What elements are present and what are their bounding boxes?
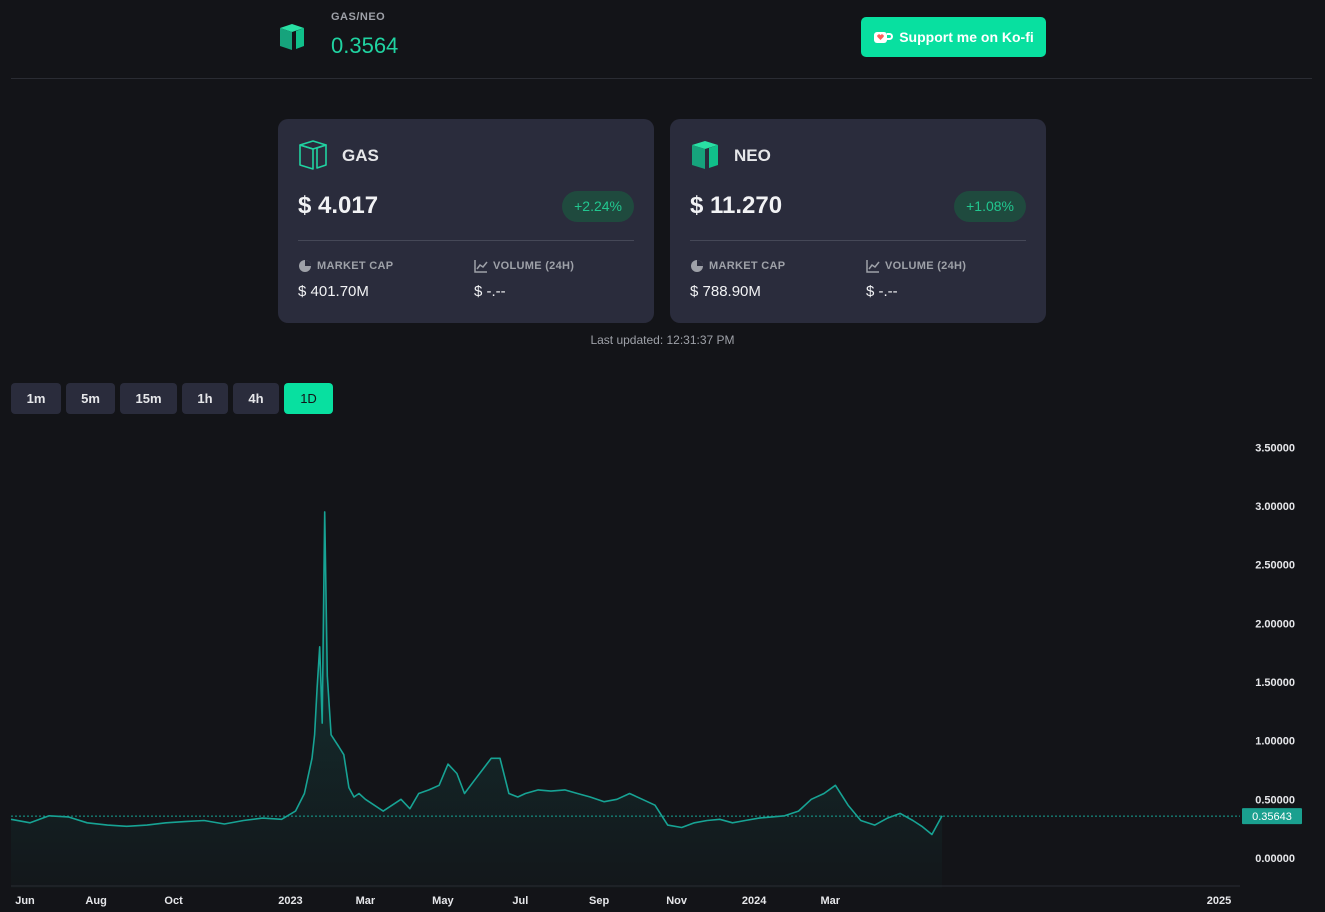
- pie-chart-icon: [691, 260, 703, 272]
- volume-value: $ -.--: [866, 283, 898, 300]
- gas-market-cap: MARKET CAP $ 401.70M: [298, 259, 393, 300]
- gas-volume: VOLUME (24H) $ -.--: [474, 259, 574, 300]
- y-tick-label: 0.00000: [1255, 853, 1295, 865]
- y-tick-label: 1.00000: [1255, 736, 1295, 748]
- current-price-label: 0.35643: [1252, 811, 1292, 823]
- x-tick-label: 2023: [278, 895, 302, 907]
- y-tick-label: 2.00000: [1255, 618, 1295, 630]
- x-tick-label: Nov: [666, 895, 688, 907]
- neo-change-badge: +1.08%: [954, 191, 1026, 222]
- x-tick-label: 2024: [742, 895, 767, 907]
- gas-change-badge: +2.24%: [562, 191, 634, 222]
- gas-logo-icon: [299, 140, 327, 170]
- pair-label: GAS/NEO: [331, 11, 386, 23]
- x-tick-label: May: [432, 895, 454, 907]
- volume-label: VOLUME (24H): [493, 260, 575, 272]
- card-divider: [690, 240, 1026, 241]
- timeframe-5m-button[interactable]: 5m: [66, 383, 115, 414]
- x-tick-label: Mar: [356, 895, 376, 907]
- neo-market-cap: MARKET CAP $ 788.90M: [690, 259, 785, 300]
- line-chart-icon: [474, 260, 488, 273]
- x-tick-label: Oct: [164, 895, 183, 907]
- x-tick-label: Sep: [589, 895, 609, 907]
- neo-price: $ 11.270: [690, 192, 783, 219]
- timeframe-1h-button[interactable]: 1h: [182, 383, 228, 414]
- neo-card: NEO $ 11.270 +1.08% MARKET CAP $ 788.90M…: [670, 119, 1046, 323]
- price-chart[interactable]: 0.35643 3.50000 3.00000 2.50000 2.00000 1.500…: [0, 430, 1325, 912]
- gas-card: GAS $ 4.017 +2.24% MARKET CAP $ 401.70M …: [278, 119, 654, 323]
- timeframe-selector: 1m 5m 15m 1h 4h 1D: [11, 383, 333, 414]
- x-tick-label: Jun: [15, 895, 35, 907]
- gas-symbol: GAS: [342, 146, 379, 165]
- x-tick-label: Aug: [85, 895, 106, 907]
- y-tick-label: 0.50000: [1255, 794, 1295, 806]
- market-cap-value: $ 788.90M: [690, 283, 761, 300]
- pie-chart-icon: [299, 260, 311, 272]
- x-tick-label: Mar: [821, 895, 841, 907]
- x-tick-label: Jul: [512, 895, 528, 907]
- y-tick-label: 3.50000: [1255, 442, 1295, 454]
- card-divider: [298, 240, 634, 241]
- volume-value: $ -.--: [474, 283, 506, 300]
- kofi-label: Support me on Ko-fi: [899, 29, 1034, 45]
- market-cap-label: MARKET CAP: [709, 260, 786, 272]
- timeframe-15m-button[interactable]: 15m: [120, 383, 177, 414]
- price-area-fill: [11, 511, 943, 888]
- gas-price: $ 4.017: [298, 192, 379, 219]
- kofi-support-button[interactable]: Support me on Ko-fi: [861, 17, 1046, 57]
- volume-label: VOLUME (24H): [885, 260, 967, 272]
- y-tick-label: 2.50000: [1255, 560, 1295, 572]
- pair-price: 0.3564: [331, 33, 399, 58]
- neo-logo-icon: [280, 24, 304, 50]
- header-divider: [11, 78, 1312, 79]
- timeframe-1d-button[interactable]: 1D: [284, 383, 333, 414]
- market-cap-value: $ 401.70M: [298, 283, 369, 300]
- last-updated-text: Last updated: 12:31:37 PM: [590, 333, 735, 347]
- y-tick-label: 1.50000: [1255, 677, 1295, 689]
- line-chart-icon: [866, 260, 880, 273]
- neo-symbol: NEO: [734, 146, 771, 165]
- neo-logo-icon: [692, 141, 718, 169]
- neo-volume: VOLUME (24H) $ -.--: [866, 259, 966, 300]
- y-tick-label: 3.00000: [1255, 501, 1295, 513]
- market-cap-label: MARKET CAP: [317, 260, 394, 272]
- timeframe-4h-button[interactable]: 4h: [233, 383, 279, 414]
- x-tick-label: 2025: [1207, 895, 1231, 907]
- timeframe-1m-button[interactable]: 1m: [11, 383, 61, 414]
- top-bar: GAS/NEO 0.3564 Support me on Ko-fi: [0, 0, 1325, 79]
- coffee-cup-icon: [874, 32, 894, 43]
